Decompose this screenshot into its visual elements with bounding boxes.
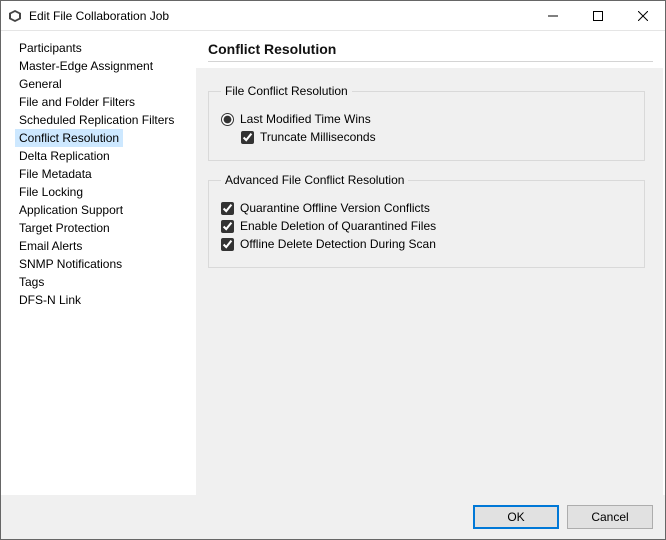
sidebar: ParticipantsMaster-Edge AssignmentGenera… — [1, 31, 196, 495]
sidebar-item[interactable]: SNMP Notifications — [15, 255, 126, 273]
sidebar-item[interactable]: File Metadata — [15, 165, 96, 183]
sidebar-item[interactable]: Tags — [15, 273, 48, 291]
check-label: Quarantine Offline Version Conflicts — [240, 201, 430, 215]
group-file-conflict: File Conflict Resolution Last Modified T… — [208, 84, 645, 161]
sidebar-item[interactable]: File Locking — [15, 183, 87, 201]
sidebar-item[interactable]: Participants — [15, 39, 86, 57]
sidebar-item[interactable]: Conflict Resolution — [15, 129, 123, 147]
radio-label: Last Modified Time Wins — [240, 112, 371, 126]
radio-last-modified-input[interactable] — [221, 113, 234, 126]
sidebar-item[interactable]: Master-Edge Assignment — [15, 57, 157, 75]
maximize-button[interactable] — [575, 1, 620, 30]
check-quarantine[interactable]: Quarantine Offline Version Conflicts — [221, 201, 632, 215]
window-controls — [530, 1, 665, 30]
check-offline-detect-input[interactable] — [221, 238, 234, 251]
group-advanced-conflict: Advanced File Conflict Resolution Quaran… — [208, 173, 645, 268]
sidebar-item[interactable]: Target Protection — [15, 219, 114, 237]
sidebar-item[interactable]: Scheduled Replication Filters — [15, 111, 178, 129]
close-icon — [638, 11, 648, 21]
cancel-button[interactable]: Cancel — [567, 505, 653, 529]
ok-button[interactable]: OK — [473, 505, 559, 529]
sidebar-item[interactable]: Email Alerts — [15, 237, 86, 255]
divider — [208, 61, 653, 62]
dialog-window: Edit File Collaboration Job Participants… — [0, 0, 666, 540]
main-header: Conflict Resolution — [196, 31, 665, 68]
check-enable-delete-input[interactable] — [221, 220, 234, 233]
minimize-icon — [548, 11, 558, 21]
close-button[interactable] — [620, 1, 665, 30]
check-label: Truncate Milliseconds — [260, 130, 376, 144]
check-truncate-ms[interactable]: Truncate Milliseconds — [241, 130, 632, 144]
maximize-icon — [593, 11, 603, 21]
check-truncate-ms-input[interactable] — [241, 131, 254, 144]
check-quarantine-input[interactable] — [221, 202, 234, 215]
app-icon — [7, 8, 23, 24]
radio-last-modified[interactable]: Last Modified Time Wins — [221, 112, 632, 126]
check-label: Offline Delete Detection During Scan — [240, 237, 436, 251]
check-enable-delete[interactable]: Enable Deletion of Quarantined Files — [221, 219, 632, 233]
group-legend: Advanced File Conflict Resolution — [221, 173, 408, 187]
sidebar-item[interactable]: File and Folder Filters — [15, 93, 139, 111]
page-title: Conflict Resolution — [208, 41, 653, 57]
group-legend: File Conflict Resolution — [221, 84, 352, 98]
minimize-button[interactable] — [530, 1, 575, 30]
footer: OK Cancel — [1, 495, 665, 539]
dialog-body: ParticipantsMaster-Edge AssignmentGenera… — [1, 31, 665, 495]
sidebar-item[interactable]: DFS-N Link — [15, 291, 85, 309]
check-offline-detect[interactable]: Offline Delete Detection During Scan — [221, 237, 632, 251]
sidebar-item[interactable]: Delta Replication — [15, 147, 114, 165]
sidebar-item[interactable]: Application Support — [15, 201, 127, 219]
check-label: Enable Deletion of Quarantined Files — [240, 219, 436, 233]
titlebar: Edit File Collaboration Job — [1, 1, 665, 31]
window-title: Edit File Collaboration Job — [29, 9, 530, 23]
main-content: File Conflict Resolution Last Modified T… — [196, 68, 663, 495]
main-panel: Conflict Resolution File Conflict Resolu… — [196, 31, 665, 495]
sidebar-item[interactable]: General — [15, 75, 66, 93]
